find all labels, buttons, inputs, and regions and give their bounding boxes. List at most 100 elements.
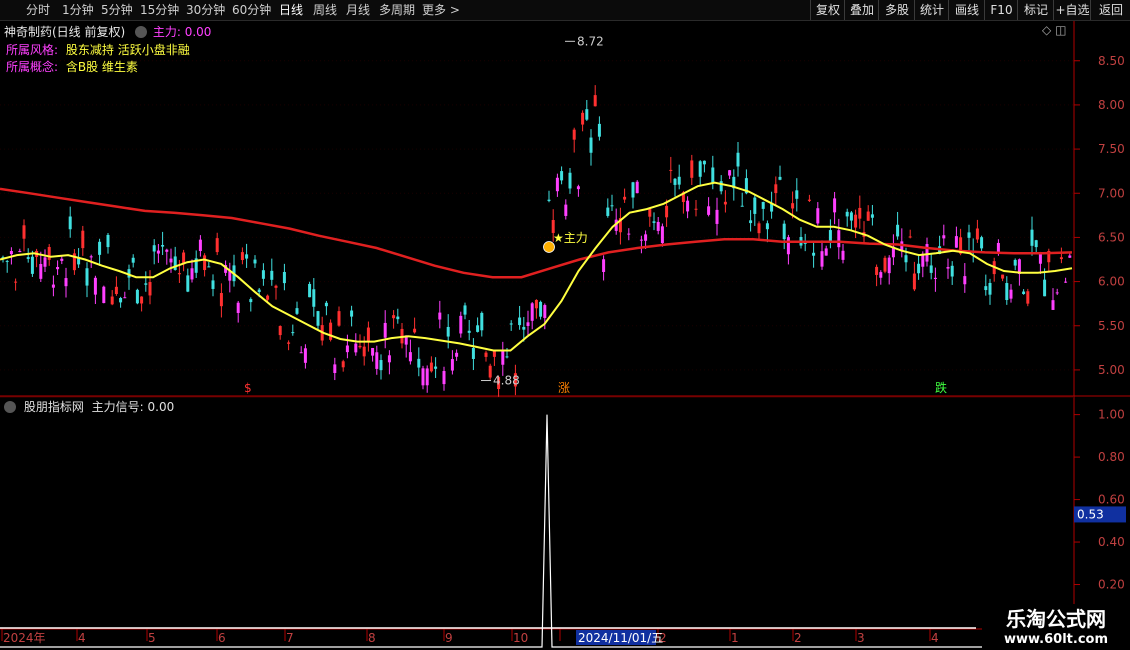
candle-body[interactable]	[812, 252, 816, 256]
candle-body[interactable]	[887, 257, 891, 274]
candle-body[interactable]	[572, 129, 576, 140]
candle-body[interactable]	[593, 95, 597, 107]
candle-body[interactable]	[610, 205, 614, 207]
candle-body[interactable]	[161, 245, 165, 247]
period-tab[interactable]: 月线	[346, 2, 370, 18]
candle-body[interactable]	[795, 190, 799, 199]
candle-body[interactable]	[1030, 229, 1034, 246]
candle-body[interactable]	[845, 211, 849, 217]
candle-body[interactable]	[484, 352, 488, 357]
candle-body[interactable]	[371, 347, 375, 356]
candle-body[interactable]	[555, 177, 559, 192]
candle-body[interactable]	[253, 259, 257, 264]
period-tab[interactable]: 60分钟	[232, 2, 271, 18]
candle-body[interactable]	[64, 278, 68, 287]
candle-body[interactable]	[1068, 255, 1072, 258]
candle-body[interactable]	[912, 273, 916, 290]
candle-body[interactable]	[1001, 274, 1005, 279]
candle-body[interactable]	[93, 277, 97, 295]
candle-body[interactable]	[547, 199, 551, 201]
period-tab[interactable]: 分时	[26, 2, 50, 18]
candle-body[interactable]	[43, 257, 47, 267]
candle-body[interactable]	[387, 355, 391, 363]
candle-body[interactable]	[774, 184, 778, 194]
candle-body[interactable]	[140, 296, 144, 304]
candle-body[interactable]	[106, 234, 110, 248]
candle-body[interactable]	[396, 316, 400, 320]
candle-body[interactable]	[728, 170, 732, 176]
candle-body[interactable]	[711, 167, 715, 184]
period-tab[interactable]: 15分钟	[140, 2, 179, 18]
candle-body[interactable]	[144, 283, 148, 285]
candle-body[interactable]	[186, 275, 190, 292]
candle-body[interactable]	[765, 223, 769, 230]
candle-body[interactable]	[51, 284, 55, 288]
candle-body[interactable]	[249, 299, 253, 303]
candle-body[interactable]	[1055, 292, 1059, 294]
candle-body[interactable]	[408, 352, 412, 362]
candle-body[interactable]	[896, 224, 900, 237]
candle-body[interactable]	[459, 315, 463, 334]
candle-body[interactable]	[56, 266, 60, 270]
candle-body[interactable]	[707, 206, 711, 215]
candle-body[interactable]	[156, 250, 160, 254]
candle-body[interactable]	[627, 233, 631, 235]
candle-body[interactable]	[988, 282, 992, 295]
candle-body[interactable]	[669, 169, 673, 171]
candle-body[interactable]	[190, 268, 194, 280]
candle-body[interactable]	[215, 238, 219, 253]
candle-body[interactable]	[148, 282, 152, 296]
candle-body[interactable]	[749, 220, 753, 224]
candle-body[interactable]	[723, 201, 727, 205]
candle-body[interactable]	[534, 299, 538, 309]
candle-body[interactable]	[354, 343, 358, 353]
candle-body[interactable]	[833, 198, 837, 213]
candle-body[interactable]	[345, 345, 349, 353]
candle-body[interactable]	[5, 260, 9, 262]
candle-body[interactable]	[694, 208, 698, 210]
candle-body[interactable]	[450, 359, 454, 371]
candle-body[interactable]	[425, 368, 429, 386]
period-tab[interactable]: 5分钟	[101, 2, 133, 18]
candle-body[interactable]	[18, 251, 22, 253]
candle-body[interactable]	[673, 178, 677, 185]
candle-body[interactable]	[782, 223, 786, 240]
candle-body[interactable]	[442, 371, 446, 385]
candle-body[interactable]	[303, 348, 307, 363]
candle-body[interactable]	[282, 271, 286, 284]
candle-body[interactable]	[492, 351, 496, 357]
candle-body[interactable]	[530, 303, 534, 321]
toolbar-button[interactable]: 叠加	[844, 0, 879, 20]
candle-body[interactable]	[455, 352, 459, 357]
candle-body[interactable]	[1064, 281, 1068, 283]
candle-body[interactable]	[39, 263, 43, 279]
candle-body[interactable]	[849, 212, 853, 221]
candle-body[interactable]	[467, 330, 471, 333]
candle-body[interactable]	[324, 302, 328, 307]
candle-body[interactable]	[463, 305, 467, 315]
candle-body[interactable]	[761, 201, 765, 209]
toolbar-button[interactable]: +自选	[1053, 0, 1091, 20]
candle-body[interactable]	[14, 281, 18, 283]
candle-body[interactable]	[429, 362, 433, 372]
candle-body[interactable]	[560, 171, 564, 181]
candle-body[interactable]	[778, 176, 782, 180]
candle-body[interactable]	[543, 305, 547, 318]
candle-body[interactable]	[1005, 283, 1009, 301]
panel-window-icons[interactable]: ◇ ◫	[1042, 23, 1066, 37]
candle-body[interactable]	[522, 326, 526, 330]
candle-body[interactable]	[362, 346, 366, 357]
candle-body[interactable]	[1043, 279, 1047, 297]
candle-body[interactable]	[240, 252, 244, 261]
sub-panel-settings-icon[interactable]	[4, 401, 16, 413]
candle-body[interactable]	[623, 196, 627, 200]
candle-body[interactable]	[740, 205, 744, 207]
period-tab[interactable]: 周线	[313, 2, 337, 18]
candle-body[interactable]	[954, 236, 958, 248]
candle-body[interactable]	[791, 203, 795, 209]
candle-body[interactable]	[719, 181, 723, 192]
candle-body[interactable]	[287, 342, 291, 344]
candle-body[interactable]	[236, 302, 240, 313]
candle-body[interactable]	[207, 266, 211, 268]
candle-body[interactable]	[329, 322, 333, 340]
